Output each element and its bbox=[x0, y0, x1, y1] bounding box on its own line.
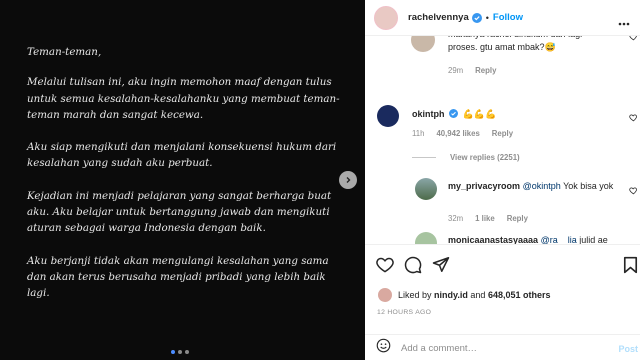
author-avatar[interactable] bbox=[374, 5, 398, 30]
comment-text: my_privacyroom @okintph Yok bisa yok bbox=[448, 180, 618, 193]
carousel-dot bbox=[185, 350, 189, 354]
next-slide-button[interactable] bbox=[339, 171, 357, 189]
carousel-dot bbox=[171, 350, 175, 354]
comment-body: 💪💪💪 bbox=[462, 109, 497, 119]
view-replies-button[interactable]: View replies (2251) bbox=[412, 153, 520, 162]
comment-body: julid ae bbox=[579, 235, 608, 244]
liked-mid: and bbox=[470, 290, 486, 300]
avatar[interactable] bbox=[377, 105, 399, 127]
liked-prefix: Liked by bbox=[398, 290, 432, 300]
heart-icon[interactable] bbox=[629, 109, 638, 127]
heart-icon[interactable] bbox=[629, 36, 638, 46]
image-paragraph: Aku siap mengikuti dan menjalani konseku… bbox=[27, 141, 337, 170]
share-icon[interactable] bbox=[432, 256, 450, 278]
comment-text: monicaanastasyaaaa @ra__lia julid ae bbox=[448, 234, 618, 244]
comment-mention[interactable]: @okintph bbox=[523, 181, 561, 191]
post-image-text: Teman-teman, Melalui tulisan ini, aku in… bbox=[27, 44, 347, 318]
comment-username[interactable]: okintph bbox=[412, 109, 445, 119]
comment-meta: 11h 40,942 likes Reply bbox=[412, 129, 513, 138]
heart-icon[interactable] bbox=[629, 182, 638, 200]
avatar[interactable] bbox=[411, 36, 435, 52]
post-button[interactable]: Post bbox=[618, 344, 638, 354]
comment-username[interactable]: monicaanastasyaaaa bbox=[448, 235, 538, 244]
reply-button[interactable]: Reply bbox=[492, 129, 513, 138]
comment-time: 11h bbox=[412, 129, 425, 138]
post-header: rachelvennya • Follow bbox=[365, 0, 640, 36]
like-count[interactable]: 40,942 likes bbox=[436, 129, 479, 138]
view-replies-label: View replies (2251) bbox=[450, 153, 520, 162]
avatar[interactable] bbox=[378, 288, 392, 302]
header-separator: • bbox=[485, 12, 489, 23]
comment-text: makanya rachel dihukum dan lagi proses. … bbox=[448, 36, 582, 52]
avatar[interactable] bbox=[415, 232, 437, 244]
image-paragraph: Melalui tulisan ini, aku ingin memohon m… bbox=[27, 76, 340, 121]
author-username[interactable]: rachelvennya bbox=[408, 12, 469, 23]
chevron-right-icon bbox=[344, 171, 352, 189]
likes-summary: Liked by nindy.id and 648,051 others bbox=[378, 288, 551, 302]
comment-icon[interactable] bbox=[404, 256, 422, 279]
image-greeting: Teman-teman, bbox=[27, 46, 102, 58]
image-paragraph: Aku berjanji tidak akan mengulangi kesal… bbox=[27, 254, 329, 300]
comment-meta: 29m Reply bbox=[448, 66, 496, 75]
post-timestamp[interactable]: 12 HOURS AGO bbox=[377, 309, 431, 316]
post-side-panel: rachelvennya • Follow makanya rachel dih… bbox=[365, 0, 640, 360]
image-paragraph: Kejadian ini menjadi pelajaran yang sang… bbox=[27, 189, 332, 235]
post-image: Teman-teman, Melalui tulisan ini, aku in… bbox=[0, 0, 365, 360]
more-options-icon[interactable] bbox=[618, 13, 630, 31]
comment-time: 32m bbox=[448, 214, 464, 223]
follow-button[interactable]: Follow bbox=[493, 12, 523, 23]
liked-count[interactable]: 648,051 others bbox=[488, 290, 551, 300]
comment-body: Yok bisa yok bbox=[563, 181, 614, 191]
comment-mention[interactable]: @ra__lia bbox=[541, 235, 577, 244]
post-actions: Liked by nindy.id and 648,051 others 12 … bbox=[365, 244, 640, 360]
reply-button[interactable]: Reply bbox=[507, 214, 528, 223]
bookmark-icon[interactable] bbox=[623, 256, 638, 279]
comment-time: 29m bbox=[448, 66, 464, 75]
comment-username[interactable]: my_privacyroom bbox=[448, 181, 520, 191]
emoji-icon[interactable] bbox=[376, 338, 391, 358]
heart-icon[interactable] bbox=[376, 256, 394, 278]
verified-badge-icon bbox=[449, 109, 459, 122]
carousel-indicator bbox=[171, 350, 189, 354]
carousel-dot bbox=[178, 350, 182, 354]
liked-user[interactable]: nindy.id bbox=[434, 290, 468, 300]
comments-list: makanya rachel dihukum dan lagi proses. … bbox=[365, 36, 640, 244]
add-comment-bar: Post bbox=[365, 334, 640, 360]
reply-button[interactable]: Reply bbox=[475, 66, 496, 75]
comment-meta: 32m 1 like Reply bbox=[448, 214, 528, 223]
comment-text: okintph 💪💪💪 bbox=[412, 108, 612, 122]
comment-input[interactable] bbox=[401, 342, 601, 354]
like-count[interactable]: 1 like bbox=[475, 214, 495, 223]
verified-badge-icon bbox=[471, 12, 482, 23]
avatar[interactable] bbox=[415, 178, 437, 200]
divider bbox=[412, 157, 436, 158]
